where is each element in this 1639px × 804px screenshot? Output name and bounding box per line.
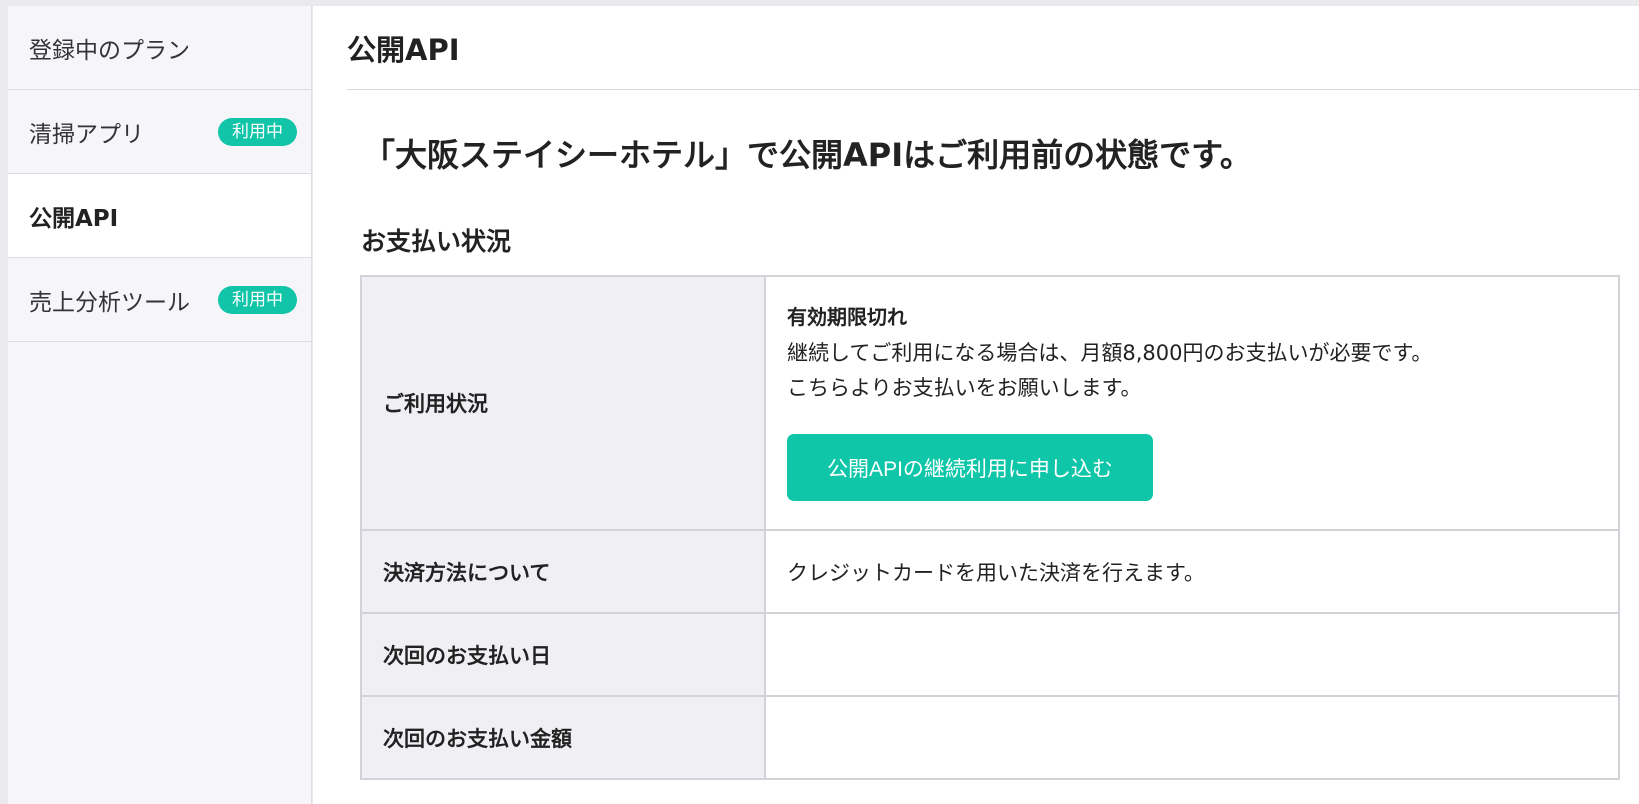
payment-section-title: お支払い状況 bbox=[361, 227, 512, 256]
usage-description-2: こちらよりお支払いをお願いします。 bbox=[787, 376, 1142, 400]
next-payment-date-value bbox=[764, 612, 1620, 697]
payment-method-value: クレジットカードを用いた決済を行えます。 bbox=[764, 529, 1620, 614]
table-row: 決済方法について クレジットカードを用いた決済を行えます。 bbox=[360, 529, 1620, 614]
status-badge: 利用中 bbox=[218, 285, 297, 314]
next-payment-amount-label: 次回のお支払い金額 bbox=[360, 695, 766, 780]
table-row: 次回のお支払い日 bbox=[360, 612, 1620, 697]
payment-status-table: ご利用状況 有効期限切れ 継続してご利用になる場合は、月額8,800円のお支払い… bbox=[360, 275, 1620, 780]
apply-continue-button[interactable]: 公開APIの継続利用に申し込む bbox=[787, 434, 1153, 501]
sidebar-item-label: 登録中のプラン bbox=[29, 37, 190, 64]
table-row: 次回のお支払い金額 bbox=[360, 695, 1620, 780]
usage-label: ご利用状況 bbox=[360, 275, 766, 531]
sidebar-item-public-api[interactable]: 公開API bbox=[8, 174, 311, 258]
next-payment-date-label: 次回のお支払い日 bbox=[360, 612, 766, 697]
page-header: 公開API bbox=[347, 6, 1639, 90]
sidebar-item-label: 清掃アプリ bbox=[29, 121, 144, 148]
main-content: 公開API 「大阪ステイシーホテル」で公開APIはご利用前の状態です。 お支払い… bbox=[313, 6, 1639, 804]
payment-method-label: 決済方法について bbox=[360, 529, 766, 614]
usage-cell: 有効期限切れ 継続してご利用になる場合は、月額8,800円のお支払いが必要です。… bbox=[764, 275, 1620, 531]
sidebar-item-label: 売上分析ツール bbox=[29, 289, 190, 316]
status-headline: 「大阪ステイシーホテル」で公開APIはご利用前の状態です。 bbox=[363, 136, 1252, 174]
sidebar: 登録中のプラン 清掃アプリ 利用中 公開API 売上分析ツール 利用中 bbox=[8, 6, 312, 804]
app-frame: 登録中のプラン 清掃アプリ 利用中 公開API 売上分析ツール 利用中 公開AP… bbox=[0, 0, 1639, 804]
usage-description-1: 継続してご利用になる場合は、月額8,800円のお支払いが必要です。 bbox=[787, 341, 1433, 365]
sidebar-item-registered-plan[interactable]: 登録中のプラン bbox=[8, 6, 311, 90]
sidebar-item-cleaning-app[interactable]: 清掃アプリ 利用中 bbox=[8, 90, 311, 174]
usage-status: 有効期限切れ bbox=[787, 305, 907, 329]
page-title: 公開API bbox=[347, 32, 460, 67]
status-badge: 利用中 bbox=[218, 117, 297, 146]
sidebar-item-sales-analysis[interactable]: 売上分析ツール 利用中 bbox=[8, 258, 311, 342]
sidebar-item-label: 公開API bbox=[29, 205, 119, 232]
table-row: ご利用状況 有効期限切れ 継続してご利用になる場合は、月額8,800円のお支払い… bbox=[360, 275, 1620, 531]
next-payment-amount-value bbox=[764, 695, 1620, 780]
